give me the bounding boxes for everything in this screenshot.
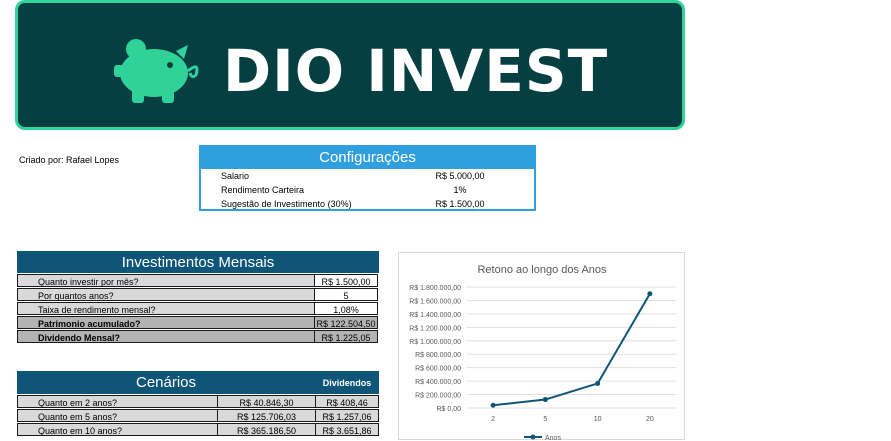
scenario-dividend: R$ 408,46 [315, 395, 379, 408]
config-label: Rendimento Carteira [221, 185, 305, 195]
piggy-bank-icon [114, 39, 199, 103]
dividendo-value: R$ 1.225,05 [314, 330, 378, 343]
investimentos-title: Investimentos Mensais [17, 251, 379, 273]
banner: DIO INVEST [15, 0, 685, 130]
config-panel: Configurações Salario R$ 5.000,00 Rendim… [199, 145, 536, 211]
data-point [490, 402, 496, 408]
data-point [595, 380, 601, 386]
row-label: Por quantos anos? [17, 288, 314, 301]
y-tick-label: R$ 800.000,00 [415, 352, 461, 359]
scenario-dividend: R$ 3.651,86 [315, 423, 379, 436]
creator-label: Criado por: Rafael Lopes [19, 155, 120, 165]
scenario-value: R$ 125.706,03 [217, 409, 315, 422]
patrimonio-value: R$ 122.504,50 [314, 316, 378, 329]
config-row: Rendimento Carteira 1% [201, 184, 534, 197]
y-tick-label: R$ 1.000.000,00 [409, 339, 461, 346]
return-chart[interactable]: Retono ao longo dos Anos R$ 0,00 R$ 200.00… [398, 252, 685, 441]
chart-title: Retono ao longo dos Anos [477, 264, 607, 276]
config-row: Salario R$ 5.000,00 [201, 170, 534, 183]
scenario-value: R$ 40.846,30 [217, 395, 315, 408]
row-label: Dividendo Mensal? [17, 330, 314, 343]
x-tick-label: 2 [491, 416, 495, 423]
row-label: Taixa de rendimento mensal? [17, 302, 314, 315]
x-tick-label: 5 [543, 416, 547, 423]
app-title: DIO INVEST [223, 37, 609, 105]
data-point [647, 291, 653, 297]
config-value[interactable]: R$ 5.000,00 [426, 170, 494, 183]
y-tick-label: R$ 1.200.000,00 [409, 325, 461, 332]
row-label: Quanto em 5 anos? [17, 409, 217, 422]
data-point [542, 397, 548, 403]
row-label: Patrimonio acumulado? [17, 316, 314, 329]
legend-marker [530, 434, 536, 440]
monthly-investment-input[interactable]: R$ 1.500,00 [314, 274, 378, 287]
years-input[interactable]: 5 [314, 288, 378, 301]
chart-svg: Retono ao longo dos Anos R$ 0,00 R$ 200.00… [409, 264, 676, 441]
series-line [493, 293, 651, 407]
config-value[interactable]: 1% [426, 184, 494, 197]
row-label: Quanto investir por mês? [17, 274, 314, 287]
config-value[interactable]: R$ 1.500,00 [426, 198, 494, 211]
y-tick-label: R$ 400.000,00 [415, 379, 461, 386]
rate-input[interactable]: 1,08% [314, 302, 378, 315]
cenarios-table: Cenários Dividendos Quanto em 2 anos? R$… [17, 371, 381, 440]
legend-label: Anos [545, 435, 561, 441]
cenarios-title: Cenários [135, 374, 197, 391]
config-title: Configurações [201, 147, 534, 169]
y-tick-label: R$ 1.600.000,00 [409, 298, 461, 305]
x-tick-label: 20 [646, 416, 654, 423]
x-tick-label: 10 [594, 416, 602, 423]
cenarios-header: Cenários Dividendos [17, 371, 379, 394]
config-label: Sugestão de Investimento (30%) [221, 199, 352, 209]
row-label: Quanto em 10 anos? [17, 423, 217, 436]
scenario-dividend: R$ 1.257,06 [315, 409, 379, 422]
config-row: Sugestão de Investimento (30%) R$ 1.500,… [201, 198, 534, 211]
y-tick-label: R$ 200.000,00 [415, 393, 461, 400]
y-tick-label: R$ 1.800.000,00 [409, 285, 461, 292]
config-label: Salario [221, 171, 250, 181]
y-tick-label: R$ 0,00 [436, 406, 461, 413]
investimentos-table: Investimentos Mensais Quanto investir po… [17, 251, 381, 345]
y-tick-label: R$ 1.400.000,00 [409, 312, 461, 319]
dividendos-header: Dividendos [322, 378, 372, 388]
scenario-value: R$ 365.186,50 [217, 423, 315, 436]
y-tick-label: R$ 600.000,00 [415, 366, 461, 373]
row-label: Quanto em 2 anos? [17, 395, 217, 408]
